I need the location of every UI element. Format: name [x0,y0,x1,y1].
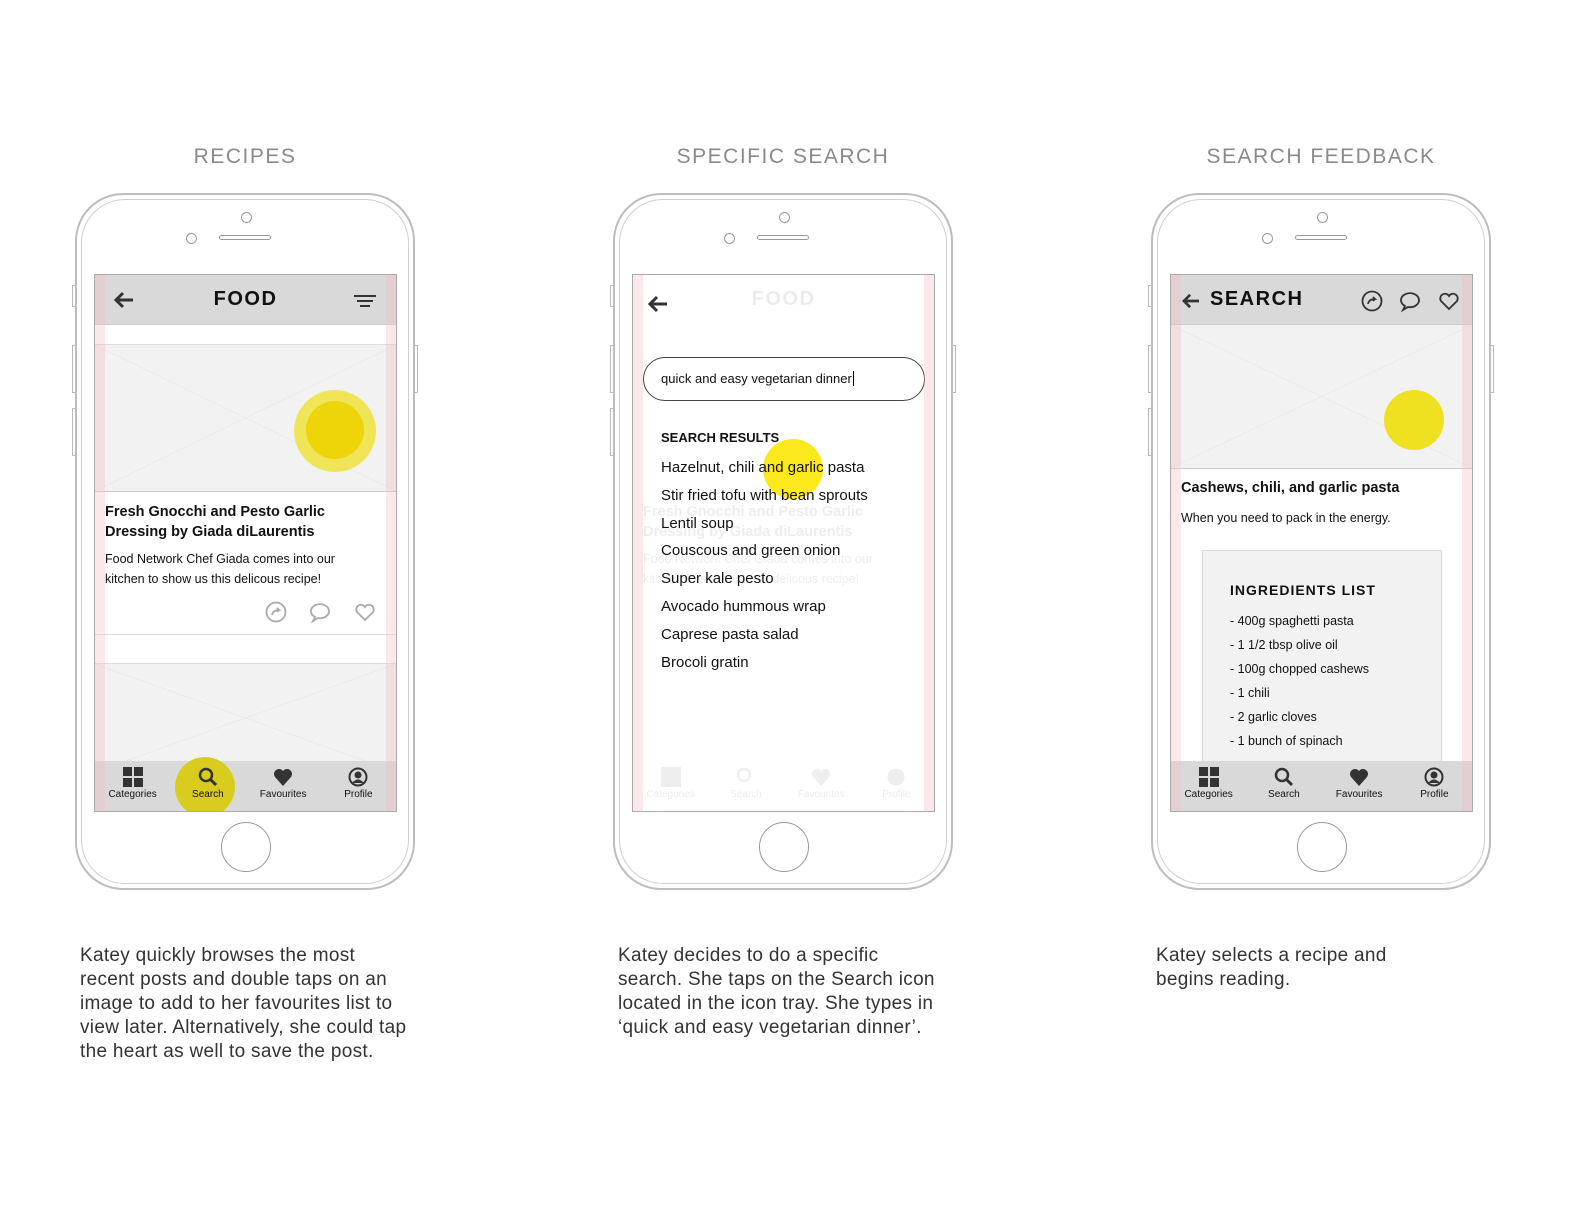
faded-header-title: FOOD [751,288,816,310]
header: FOOD [95,275,396,325]
search-result-item[interactable]: Lentil soup [661,515,734,532]
home-button[interactable] [759,822,809,872]
header-title: FOOD [213,288,278,310]
tab-search[interactable]: Search [173,761,243,811]
phone-recipes: FOOD Fresh Gnocchi and Pesto Garlic Dres… [72,193,418,890]
header: SEARCH [1171,275,1472,325]
comment-icon[interactable] [1399,291,1423,313]
results-heading: SEARCH RESULTS [661,430,780,445]
faded-tab-bar: Categories Search Favourites Profile [633,761,934,811]
grid-icon [122,767,143,787]
ingredient-item: - 2 garlic cloves [1230,710,1317,724]
back-arrow-icon[interactable] [647,295,669,313]
heart-filled-icon [1350,769,1369,786]
search-result-item[interactable]: Avocado hummous wrap [661,598,826,615]
home-button[interactable] [1297,822,1347,872]
tab-bar: Categories Search Favourites Profile [95,761,396,811]
text-cursor [852,371,858,386]
tab-profile[interactable]: Profile [1399,761,1469,811]
phone-specific-search: FOOD Fresh Gnocchi and Pesto Garlic Dres… [610,193,956,890]
post-title[interactable]: Fresh Gnocchi and Pesto Garlic Dressing … [105,502,390,542]
heart-icon[interactable] [1438,291,1460,311]
screen-specific-search: FOOD Fresh Gnocchi and Pesto Garlic Dres… [632,274,935,812]
caption-specific-search: Katey decides to do a specific search. S… [618,945,935,1038]
ingredient-item: - 100g chopped cashews [1230,662,1369,676]
tab-categories[interactable]: Categories [98,761,168,811]
double-tap-indicator [294,390,376,472]
tab-profile[interactable]: Profile [323,761,393,811]
ingredient-item: - 400g spaghetti pasta [1230,614,1354,628]
menu-icon[interactable] [353,294,377,308]
post-description: Food Network Chef Giada comes into our k… [105,552,335,586]
ingredients-heading: INGREDIENTS LIST [1230,582,1376,598]
grid-icon [1198,767,1219,787]
column-title-search-feedback: SEARCH FEEDBACK [1206,145,1436,168]
ingredient-item: - 1 chili [1230,686,1270,700]
heart-filled-icon [274,769,293,786]
tab-categories[interactable]: Categories [1174,761,1244,811]
post-image-2[interactable] [95,663,396,773]
search-result-item[interactable]: Brocoli gratin [661,654,749,671]
faded-tab: Favourites [786,761,856,811]
tab-favourites[interactable]: Favourites [1324,761,1394,811]
heart-icon[interactable] [354,602,376,622]
caption-search-feedback: Katey selects a recipe and begins readin… [1156,945,1387,990]
search-icon [1274,767,1293,787]
screen-search-feedback: SEARCH Cashews, chili, and garlic pasta … [1170,274,1473,812]
search-result-item[interactable]: Super kale pesto [661,570,774,587]
caption-recipes: Katey quickly browses the most recent po… [80,945,407,1062]
ingredient-item: - 1 1/2 tbsp olive oil [1230,638,1338,652]
share-icon[interactable] [1361,290,1383,312]
divider [95,634,396,635]
tab-bar: Categories Search Favourites Profile [1171,761,1472,811]
search-result-item[interactable]: Stir fried tofu with bean sprouts [661,487,868,504]
recipe-title: Cashews, chili, and garlic pasta [1181,480,1400,496]
faded-tab: Categories [636,761,706,811]
search-result-item[interactable]: Couscous and green onion [661,542,840,559]
faded-tab: Search [711,761,781,811]
comment-icon[interactable] [309,602,333,624]
column-title-recipes: RECIPES [193,145,297,168]
faded-tab: Profile [861,761,931,811]
home-button[interactable] [221,822,271,872]
back-arrow-icon[interactable] [1181,293,1201,309]
tab-search[interactable]: Search [1249,761,1319,811]
share-icon[interactable] [265,601,287,623]
screen-recipes: FOOD Fresh Gnocchi and Pesto Garlic Dres… [94,274,397,812]
ingredient-item: - 1 bunch of spinach [1230,734,1343,748]
column-title-specific-search: SPECIFIC SEARCH [676,145,890,168]
phone-search-feedback: SEARCH Cashews, chili, and garlic pasta … [1148,193,1494,890]
tap-indicator [1384,390,1444,450]
profile-icon [1424,767,1444,787]
header-title: SEARCH [1210,288,1304,310]
search-result-item[interactable]: Caprese pasta salad [661,626,799,643]
recipe-description: When you need to pack in the energy. [1181,511,1391,525]
search-icon [198,767,217,787]
profile-icon [348,767,368,787]
tab-favourites[interactable]: Favourites [248,761,318,811]
search-input[interactable]: quick and easy vegetarian dinner [643,357,925,401]
search-result-item[interactable]: Hazelnut, chili and garlic pasta [661,459,864,476]
